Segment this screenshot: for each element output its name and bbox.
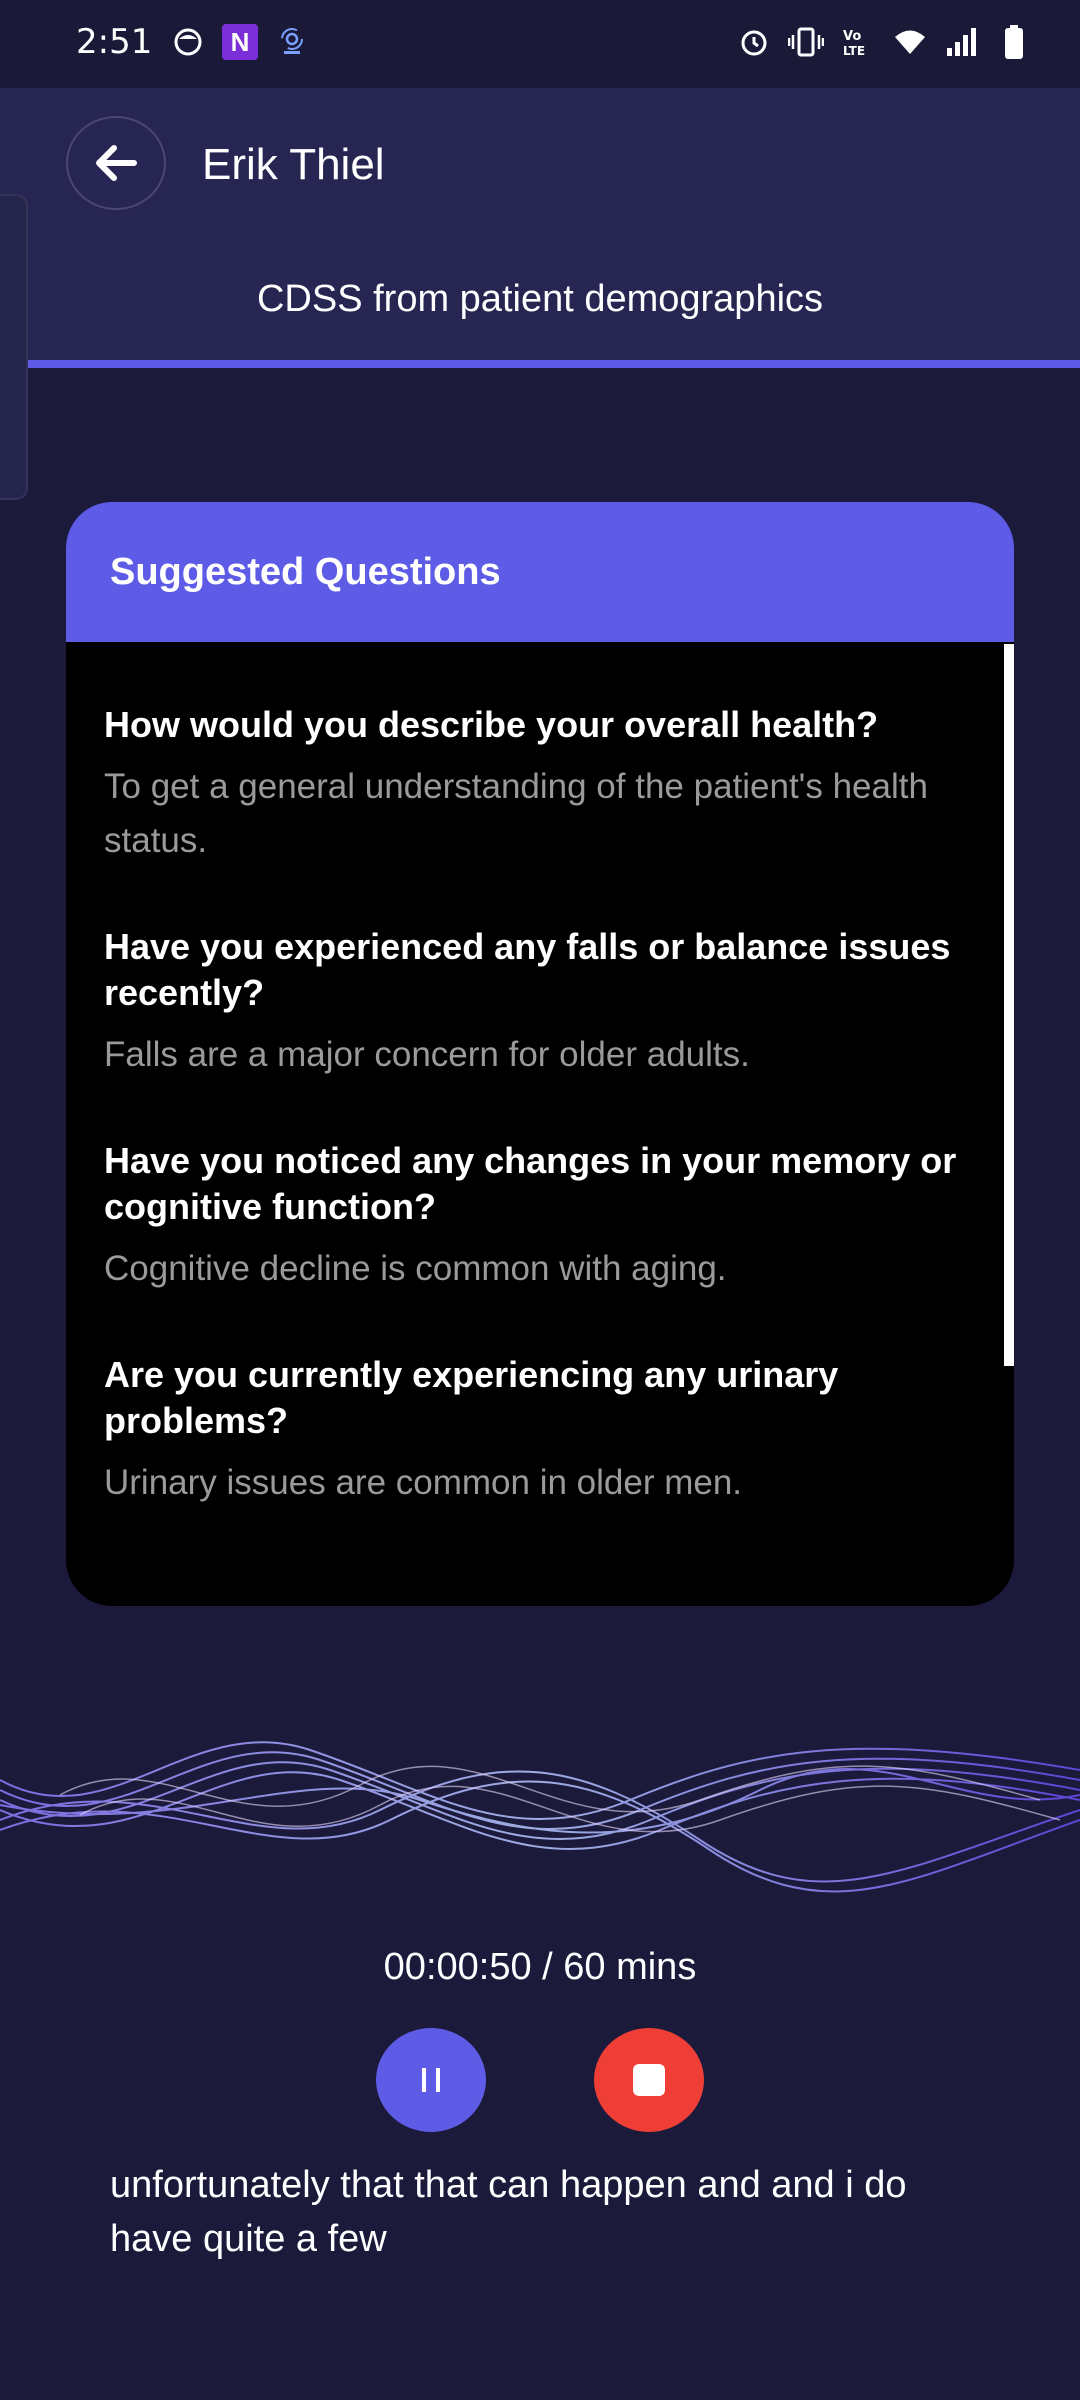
status-time: 2:51 <box>76 22 153 62</box>
battery-icon <box>996 24 1032 60</box>
suggested-questions-card: Suggested Questions How would you descri… <box>66 502 1014 1606</box>
side-drawer-handle[interactable] <box>0 194 28 500</box>
alarm-icon <box>736 24 772 60</box>
recording-timer: 00:00:50 / 60 mins <box>383 1946 697 1988</box>
stop-button[interactable] <box>594 2028 704 2132</box>
audio-waveform <box>0 1741 1080 1893</box>
stop-icon <box>633 2064 665 2096</box>
question-text: How would you describe your overall heal… <box>104 704 879 745</box>
patient-name: Erik Thiel <box>202 140 385 189</box>
arrow-left-icon <box>96 145 137 181</box>
pause-button[interactable] <box>376 2028 486 2132</box>
question-item[interactable]: Have you experienced any falls or balanc… <box>104 924 974 1082</box>
question-description: Falls are a major concern for older adul… <box>104 1035 750 1074</box>
vibrate-icon <box>788 24 824 60</box>
question-item[interactable]: Have you noticed any changes in your mem… <box>104 1138 974 1296</box>
question-item[interactable]: Are you currently experiencing any urina… <box>104 1352 974 1510</box>
question-text: Are you currently experiencing any urina… <box>104 1354 839 1441</box>
podcast-icon <box>274 24 310 60</box>
svg-text:Vo: Vo <box>843 29 861 44</box>
questions-list-container[interactable]: How would you describe your overall heal… <box>66 642 1014 1606</box>
question-text: Have you experienced any falls or balanc… <box>104 926 951 1013</box>
page-subtitle: CDSS from patient demographics <box>256 278 824 320</box>
volte-icon: Vo LTE <box>840 24 876 60</box>
svg-text:LTE: LTE <box>843 44 865 58</box>
app-header: Erik Thiel CDSS from patient demographic… <box>0 88 1080 366</box>
status-bar: 2:51 N Vo LTE <box>0 0 1080 88</box>
n-app-icon: N <box>222 24 258 60</box>
question-description: To get a general understanding of the pa… <box>104 767 928 860</box>
pause-icon <box>422 2068 440 2092</box>
card-title: Suggested Questions <box>66 502 1014 642</box>
question-text: Have you noticed any changes in your mem… <box>104 1140 957 1227</box>
wifi-icon <box>892 24 928 60</box>
signal-icon <box>944 24 980 60</box>
back-button[interactable] <box>66 116 166 210</box>
question-item[interactable]: How would you describe your overall heal… <box>104 702 974 868</box>
face-icon <box>170 24 206 60</box>
live-transcript: unfortunately that that can happen and a… <box>110 2164 907 2260</box>
question-description: Urinary issues are common in older men. <box>104 1463 743 1502</box>
scrollbar[interactable] <box>1004 644 1014 1366</box>
question-description: Cognitive decline is common with aging. <box>104 1249 727 1288</box>
header-divider <box>0 360 1080 368</box>
